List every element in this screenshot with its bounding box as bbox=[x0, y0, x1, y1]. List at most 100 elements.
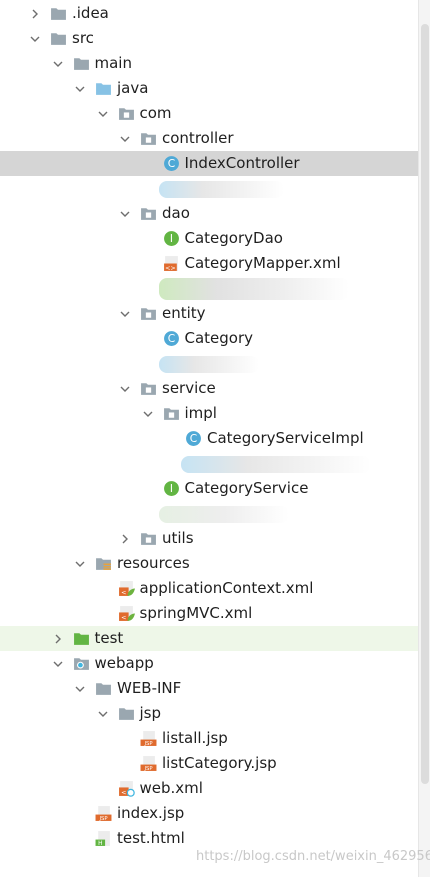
package-icon bbox=[118, 105, 135, 122]
tree-item-label: CategoryServiceImpl bbox=[207, 429, 364, 447]
spring-xml-icon: < bbox=[118, 580, 135, 597]
tree-row[interactable]: C IndexController bbox=[0, 151, 418, 176]
tree-item-label: applicationContext.xml bbox=[139, 579, 314, 597]
chevron-down-icon[interactable] bbox=[73, 551, 87, 576]
package-icon bbox=[140, 130, 157, 147]
class-icon: C bbox=[163, 155, 180, 172]
blurred-tree-row bbox=[0, 351, 418, 376]
jsp-file-icon: JSP bbox=[95, 805, 112, 822]
web-xml-icon: < bbox=[118, 780, 135, 797]
tree-item-label: resources bbox=[117, 554, 190, 572]
tree-row[interactable]: utils bbox=[0, 526, 418, 551]
tree-row[interactable]: I CategoryDao bbox=[0, 226, 418, 251]
folder-icon bbox=[73, 55, 90, 72]
package-icon bbox=[163, 405, 180, 422]
tree-item-label: IndexController bbox=[184, 154, 300, 172]
tree-item-label: test.html bbox=[117, 829, 185, 847]
tree-row[interactable]: < web.xml bbox=[0, 776, 418, 801]
interface-icon: I bbox=[163, 480, 180, 497]
blurred-content bbox=[158, 181, 284, 198]
tree-item-label: index.jsp bbox=[117, 804, 185, 822]
blurred-tree-row bbox=[0, 451, 418, 476]
tree-row[interactable]: dao bbox=[0, 201, 418, 226]
tree-item-label: listall.jsp bbox=[162, 729, 228, 747]
svg-text:C: C bbox=[167, 332, 174, 345]
vertical-scrollbar[interactable] bbox=[418, 0, 430, 877]
chevron-down-icon[interactable] bbox=[96, 101, 110, 126]
chevron-down-icon[interactable] bbox=[96, 701, 110, 726]
chevron-down-icon[interactable] bbox=[73, 76, 87, 101]
tree-row[interactable]: <> CategoryMapper.xml bbox=[0, 251, 418, 276]
chevron-down-icon[interactable] bbox=[28, 26, 42, 51]
chevron-right-icon[interactable] bbox=[118, 526, 132, 551]
tree-item-label: jsp bbox=[139, 704, 162, 722]
tree-row[interactable]: < applicationContext.xml bbox=[0, 576, 418, 601]
svg-text:JSP: JSP bbox=[143, 741, 153, 747]
project-tree: .idea src main java com controller C IndexContr… bbox=[0, 0, 418, 877]
tree-item-label: utils bbox=[162, 529, 194, 547]
chevron-down-icon[interactable] bbox=[118, 301, 132, 326]
tree-item-label: entity bbox=[162, 304, 206, 322]
tree-item-label: listCategory.jsp bbox=[162, 754, 277, 772]
tree-item-label: web.xml bbox=[139, 779, 203, 797]
tree-row[interactable]: src bbox=[0, 26, 418, 51]
chevron-down-icon[interactable] bbox=[141, 401, 155, 426]
tree-row[interactable]: controller bbox=[0, 126, 418, 151]
watermark: https://blog.csdn.net/weixin_46295656 bbox=[196, 849, 430, 864]
tree-item-label: test bbox=[94, 629, 124, 647]
tree-row[interactable]: main bbox=[0, 51, 418, 76]
blurred-tree-row bbox=[0, 276, 418, 301]
chevron-down-icon[interactable] bbox=[118, 201, 132, 226]
tree-item-label: CategoryMapper.xml bbox=[184, 254, 341, 272]
tree-row[interactable]: C CategoryServiceImpl bbox=[0, 426, 418, 451]
tree-row[interactable]: test bbox=[0, 626, 418, 651]
blurred-tree-row bbox=[0, 501, 418, 526]
scrollbar-thumb[interactable] bbox=[421, 24, 429, 784]
tree-item-label: java bbox=[117, 79, 149, 97]
chevron-right-icon[interactable] bbox=[51, 626, 65, 651]
chevron-down-icon[interactable] bbox=[51, 651, 65, 676]
blurred-content bbox=[158, 278, 349, 300]
tree-row[interactable]: jsp bbox=[0, 701, 418, 726]
tree-row[interactable]: entity bbox=[0, 301, 418, 326]
package-icon bbox=[140, 380, 157, 397]
tree-row[interactable]: C Category bbox=[0, 326, 418, 351]
tree-row[interactable]: com bbox=[0, 101, 418, 126]
tree-row[interactable]: java bbox=[0, 76, 418, 101]
tree-item-label: springMVC.xml bbox=[139, 604, 253, 622]
tree-row[interactable]: Htest.html bbox=[0, 826, 418, 851]
chevron-right-icon[interactable] bbox=[28, 1, 42, 26]
tree-row[interactable]: JSP index.jsp bbox=[0, 801, 418, 826]
tree-row[interactable]: I CategoryService bbox=[0, 476, 418, 501]
svg-text:C: C bbox=[167, 157, 174, 170]
tree-row[interactable]: resources bbox=[0, 551, 418, 576]
chevron-down-icon[interactable] bbox=[118, 376, 132, 401]
svg-text:H: H bbox=[98, 841, 102, 847]
tree-row[interactable]: JSP listall.jsp bbox=[0, 726, 418, 751]
tree-item-label: webapp bbox=[94, 654, 154, 672]
tree-row[interactable]: JSP listCategory.jsp bbox=[0, 751, 418, 776]
tree-item-label: controller bbox=[162, 129, 234, 147]
blurred-tree-row bbox=[0, 176, 418, 201]
chevron-down-icon[interactable] bbox=[51, 51, 65, 76]
chevron-down-icon[interactable] bbox=[118, 126, 132, 151]
tree-row[interactable]: service bbox=[0, 376, 418, 401]
chevron-down-icon[interactable] bbox=[73, 676, 87, 701]
tree-row[interactable]: < springMVC.xml bbox=[0, 601, 418, 626]
package-icon bbox=[140, 530, 157, 547]
resources-folder-icon bbox=[95, 555, 112, 572]
tree-row[interactable]: .idea bbox=[0, 1, 418, 26]
html-file-icon: H bbox=[95, 830, 112, 847]
tree-row[interactable]: webapp bbox=[0, 651, 418, 676]
tree-item-label: impl bbox=[184, 404, 217, 422]
folder-icon bbox=[118, 705, 135, 722]
tree-item-label: service bbox=[162, 379, 216, 397]
tree-item-label: Category bbox=[184, 329, 254, 347]
tree-row[interactable]: impl bbox=[0, 401, 418, 426]
tree-item-label: CategoryDao bbox=[184, 229, 283, 247]
folder-icon bbox=[50, 30, 67, 47]
blurred-content bbox=[181, 456, 371, 473]
tree-row[interactable]: WEB-INF bbox=[0, 676, 418, 701]
svg-text:<: < bbox=[121, 788, 126, 796]
class-icon: C bbox=[163, 330, 180, 347]
